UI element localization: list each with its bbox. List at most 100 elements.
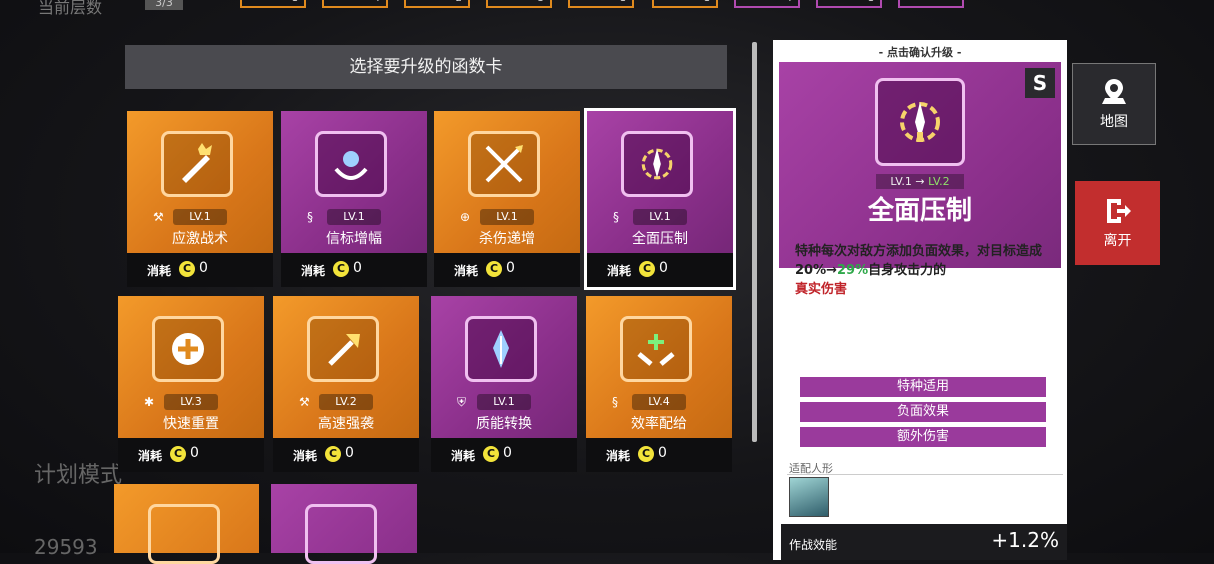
combat-efficiency-label: 作战效能 xyxy=(789,538,838,552)
card-cost-row: 消耗 C 0 xyxy=(127,253,273,287)
coin-icon: C xyxy=(179,261,195,277)
sword-crown-icon xyxy=(161,131,233,197)
armor-icon: ⛨ xyxy=(457,395,467,409)
card-face: § LV.4 效率配给 xyxy=(586,296,732,438)
card-name: 信标增幅 xyxy=(326,231,382,247)
card-list-scrollbar[interactable] xyxy=(752,42,757,442)
heal-hands-icon xyxy=(620,316,692,382)
floor-count-value: 3/3 xyxy=(145,0,183,10)
tag-extra-damage: 额外伤害 xyxy=(800,427,1046,447)
plan-mode-label: 计划模式 xyxy=(34,463,123,488)
top-slot: 3 xyxy=(486,0,552,8)
top-slot: 4 xyxy=(322,0,388,8)
cost-value: 0 xyxy=(506,260,515,276)
crosshair-icon: ⊕ xyxy=(460,210,471,224)
coin-icon: C xyxy=(170,446,186,462)
card-cost-row: 消耗 C 0 xyxy=(281,253,427,287)
card-partial-1[interactable] xyxy=(114,484,259,564)
tag-special: 特种适用 xyxy=(800,377,1046,397)
function-card[interactable]: § LV.1 全面压制 消耗 C 0 xyxy=(584,108,736,290)
card-partial-2[interactable] xyxy=(271,484,417,564)
cost-label: 消耗 xyxy=(147,264,172,278)
function-card[interactable]: § LV.1 信标增幅 消耗 C 0 xyxy=(281,111,427,287)
level-change: LV.1 → LV.2 xyxy=(779,174,1061,189)
function-card[interactable]: ✱ LV.3 快速重置 消耗 C 0 xyxy=(118,296,264,472)
level-arrow: → xyxy=(915,175,925,188)
crystal-icon xyxy=(465,316,537,382)
leave-button[interactable]: 离开 xyxy=(1075,181,1160,265)
doll-avatar[interactable] xyxy=(789,477,829,517)
cost-value: 0 xyxy=(345,445,354,461)
card-face: § LV.1 全面压制 xyxy=(587,111,733,253)
top-slot: 2 xyxy=(404,0,470,8)
shield-icon xyxy=(148,504,220,564)
top-slot: 1 xyxy=(568,0,634,8)
card-cost-row: 消耗 C 0 xyxy=(431,438,577,472)
floor-count-label: 当前层数 xyxy=(38,0,103,17)
divider xyxy=(787,474,1063,475)
card-level: LV.1 xyxy=(480,209,534,225)
cost-label: 消耗 xyxy=(138,449,163,463)
hammer-icon: ⚒ xyxy=(153,210,164,224)
card-name: 快速重置 xyxy=(163,416,219,432)
desc-text-mid: 自身攻击力的 xyxy=(868,263,947,278)
card-cost-row: 消耗 C 0 xyxy=(434,253,580,287)
coin-icon: C xyxy=(639,261,655,277)
upgrade-detail-panel[interactable]: - 点击确认升级 - S LV.1 → LV.2 全面压制 特种每次对敌方添加负… xyxy=(773,40,1067,560)
asterisk-icon: ✱ xyxy=(144,395,155,409)
cost-label: 消耗 xyxy=(451,449,476,463)
exit-icon xyxy=(1106,199,1131,223)
card-name: 效率配给 xyxy=(631,416,687,432)
card-face: § LV.1 信标增幅 xyxy=(281,111,427,253)
cost-value: 0 xyxy=(353,260,362,276)
function-card[interactable]: ⚒ LV.1 应激战术 消耗 C 0 xyxy=(127,111,273,287)
card-face: ⚒ LV.1 应激战术 xyxy=(127,111,273,253)
card-level: LV.1 xyxy=(173,209,227,225)
select-card-header: 选择要升级的函数卡 xyxy=(125,45,727,89)
cost-value: 0 xyxy=(503,445,512,461)
function-card[interactable]: ⚒ LV.2 高速强袭消耗 C 0 xyxy=(273,296,419,472)
cost-label: 消耗 xyxy=(293,449,318,463)
map-pin-icon xyxy=(1102,79,1126,104)
confirm-upgrade-hint[interactable]: - 点击确认升级 - xyxy=(773,44,1067,60)
card-face: ✱ LV.3 快速重置 xyxy=(118,296,264,438)
cost-value: 0 xyxy=(659,260,668,276)
card-face: ⊕ LV.1 杀伤递增 xyxy=(434,111,580,253)
detail-description: 特种每次对敌方添加负面效果，对目标造成20%→29%自身攻击力的 真实伤害 xyxy=(795,242,1055,299)
top-slot xyxy=(898,0,964,8)
star-burst-icon xyxy=(305,504,377,564)
level-from: LV.1 xyxy=(890,175,912,188)
coin-icon: C xyxy=(486,261,502,277)
crossed-arrows-icon xyxy=(468,131,540,197)
function-card[interactable]: ⛨ LV.1 质能转换 消耗 C 0 xyxy=(431,296,577,472)
dagger-ring-icon xyxy=(875,78,965,166)
hammer-icon: ⚒ xyxy=(299,395,310,409)
card-name: 质能转换 xyxy=(476,416,532,432)
desc-new-value: 29% xyxy=(837,263,869,278)
cost-label: 消耗 xyxy=(606,449,631,463)
function-card[interactable]: § LV.4 效率配给消耗 C 0 xyxy=(586,296,732,472)
map-button[interactable]: 地图 xyxy=(1072,63,1156,145)
level-to: LV.2 xyxy=(928,175,950,188)
cost-label: 消耗 xyxy=(301,264,326,278)
cost-value: 0 xyxy=(658,445,667,461)
speed-axe-icon xyxy=(307,316,379,382)
detail-card-face: S LV.1 → LV.2 全面压制 xyxy=(779,62,1061,268)
coin-icon: C xyxy=(483,446,499,462)
tag-debuff: 负面效果 xyxy=(800,402,1046,422)
combat-efficiency-value: +1.2% xyxy=(991,528,1059,552)
coin-icon: C xyxy=(325,446,341,462)
card-cost-row: 消耗 C 0 xyxy=(118,438,264,472)
top-slot: 1 xyxy=(816,0,882,8)
card-face: ⚒ LV.2 高速强袭 xyxy=(273,296,419,438)
combat-efficiency-row: 作战效能 +1.2% xyxy=(781,524,1067,560)
cost-label: 消耗 xyxy=(454,264,479,278)
leave-button-label: 离开 xyxy=(1103,233,1132,249)
function-card[interactable]: ⊕ LV.1 杀伤递增 消耗 C 0 xyxy=(434,111,580,287)
cost-value: 0 xyxy=(199,260,208,276)
desc-damage-type: 真实伤害 xyxy=(795,282,848,297)
dagger-ring-icon xyxy=(621,131,693,197)
coin-icon: C xyxy=(638,446,654,462)
card-cost-row: 消耗 C 0 xyxy=(587,253,733,287)
card-name: 全面压制 xyxy=(632,231,688,247)
